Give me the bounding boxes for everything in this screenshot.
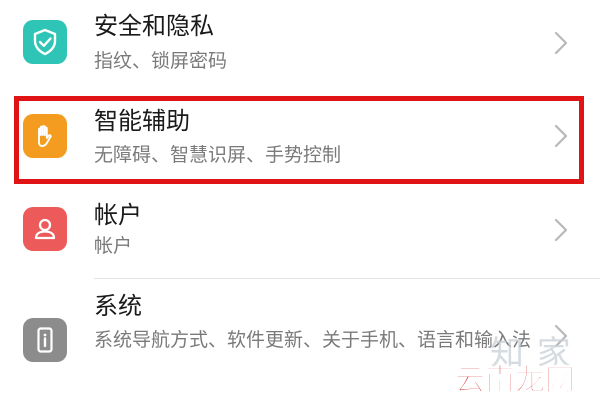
chevron-right-icon [554,31,568,55]
person-icon [23,207,67,251]
item-subtitle: 指纹、锁屏密码 [94,50,228,72]
item-subtitle: 系统导航方式、软件更新、关于手机、语言和输入法 [94,329,532,351]
watermark-brand: 云南龙网 [455,363,576,399]
item-subtitle: 帐户 [94,235,133,257]
item-title: 帐户 [94,201,142,229]
settings-item-security-privacy[interactable]: 安全和隐私 指纹、锁屏密码 [0,0,600,88]
settings-item-smart-assist[interactable]: 智能辅助 无障碍、智慧识屏、手势控制 [0,96,600,184]
divider [94,278,600,279]
chevron-right-icon [554,218,568,242]
item-subtitle: 无障碍、智慧识屏、手势控制 [94,144,342,166]
chevron-right-icon [554,124,568,148]
hand-icon [23,114,67,158]
phone-info-icon [23,318,67,362]
item-title: 安全和隐私 [94,12,214,40]
shield-check-icon [23,20,67,64]
item-title: 智能辅助 [94,107,190,135]
settings-item-account[interactable]: 帐户 帐户 [0,190,600,278]
item-title: 系统 [94,292,142,320]
settings-page: 安全和隐私 指纹、锁屏密码 智能辅助 无障碍、智慧识屏、手势控制 帐户 帐户 系… [0,0,600,400]
